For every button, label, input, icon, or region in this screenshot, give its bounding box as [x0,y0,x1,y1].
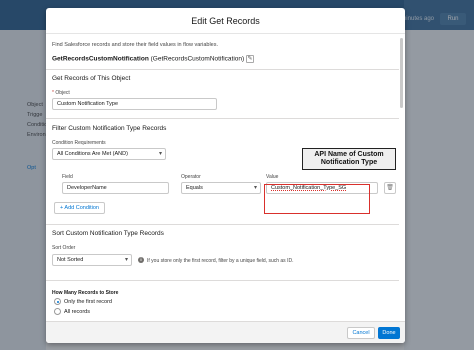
radio-all-records[interactable] [54,308,61,315]
sort-order-label: Sort Order [52,245,76,251]
condition-requirements-label: Condition Requirements [52,140,106,146]
operator-select[interactable]: Equals [181,182,261,194]
field-label: Field [62,174,73,180]
store-section-title: How Many Records to Store [52,290,119,296]
annotation-callout: API Name of Custom Notification Type [302,148,396,170]
add-condition-button[interactable]: + Add Condition [54,202,105,214]
object-label: * Object [52,90,70,96]
object-input[interactable]: Custom Notification Type [52,98,217,110]
radio-first-record[interactable] [54,298,61,305]
element-api-name: (GetRecordsCustomNotification) [150,55,245,63]
divider [46,69,399,70]
sort-order-select[interactable]: Not Sorted [52,254,132,266]
modal-title: Edit Get Records [46,8,405,34]
modal-description: Find Salesforce records and store their … [52,42,218,48]
edit-get-records-modal: Edit Get Records Find Salesforce records… [46,8,405,343]
pencil-icon[interactable]: ✎ [245,55,254,63]
sort-hint: If you store only the first record, filt… [147,258,294,264]
operator-label: Operator [181,174,201,180]
done-button[interactable]: Done [378,327,400,339]
modal-footer: Cancel Done [46,321,405,343]
element-label-text: GetRecordsCustomNotification [52,55,149,63]
annotation-line-2: Notification Type [320,159,378,166]
radio-all-records-label: All records [64,309,90,315]
cancel-button[interactable]: Cancel [347,327,375,339]
annotation-line-1: API Name of Custom [314,151,384,158]
modal-body: Find Salesforce records and store their … [46,34,405,321]
annotation-highlight-box [264,184,370,214]
sort-section-title: Sort Custom Notification Type Records [52,230,164,237]
info-icon: i [138,257,144,263]
divider [46,280,399,281]
value-label: Value [266,174,279,180]
divider [46,118,399,119]
divider [46,224,399,225]
radio-first-record-label: Only the first record [64,299,112,305]
trash-icon[interactable]: 🗑 [384,182,396,194]
condition-requirements-select[interactable]: All Conditions Are Met (AND) [52,148,166,160]
element-label: GetRecordsCustomNotification (GetRecords… [52,55,254,63]
filter-section-title: Filter Custom Notification Type Records [52,125,167,132]
field-input[interactable]: DeveloperName [62,182,169,194]
object-section-title: Get Records of This Object [52,75,131,82]
